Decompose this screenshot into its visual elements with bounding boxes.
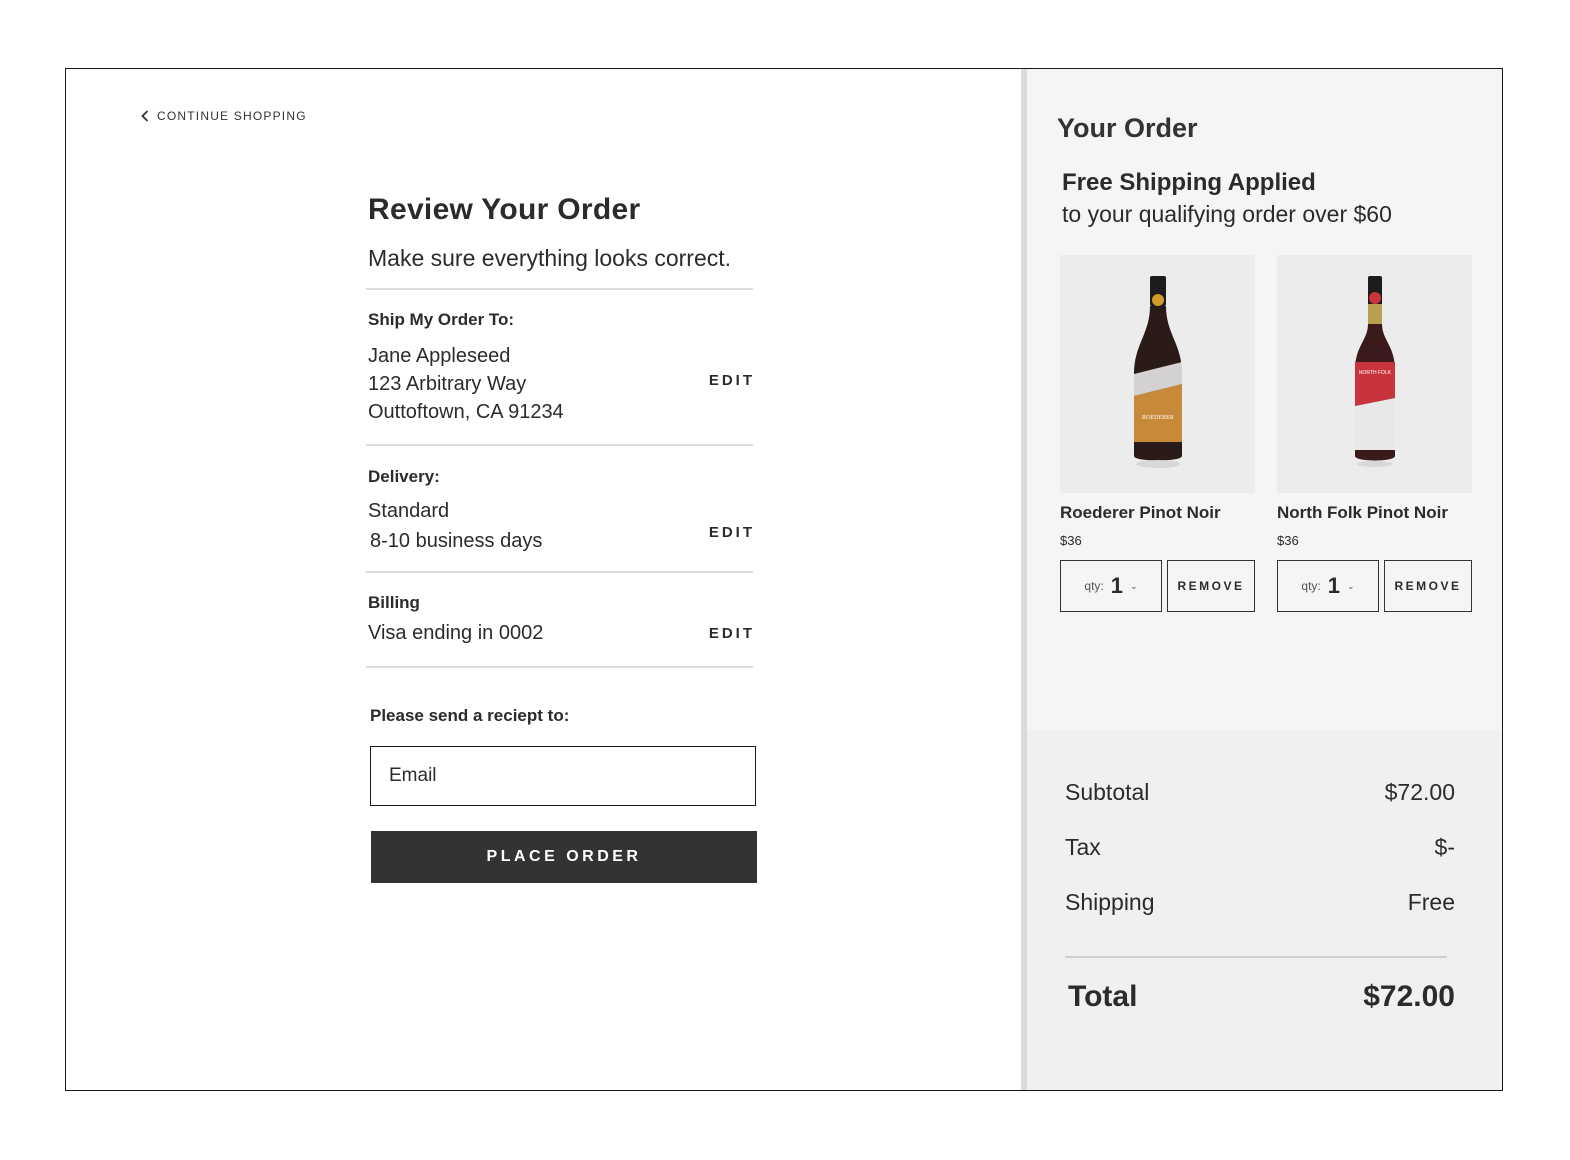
quantity-select[interactable]: qty: 1 ⌄ [1060, 560, 1162, 612]
free-shipping-title: Free Shipping Applied [1062, 169, 1316, 196]
qty-value: 1 [1327, 573, 1341, 598]
qty-label: qty: [1301, 579, 1321, 593]
email-input[interactable] [370, 746, 756, 806]
subtotal-label: Subtotal [1065, 779, 1150, 805]
ship-city: Outtoftown, CA 91234 [368, 401, 564, 423]
wine-bottle-icon: ROEDERER [1133, 276, 1182, 468]
delivery-method: Standard [368, 500, 450, 522]
shipping-label: Shipping [1065, 889, 1155, 915]
order-title: Your Order [1057, 113, 1198, 143]
shipping-value: Free [1407, 889, 1455, 915]
ship-address: Jane Appleseed 123 Arbitrary Way Outtoft… [368, 342, 755, 426]
page-title: Review Your Order [368, 193, 641, 226]
billing-details: Visa ending in 0002 [368, 619, 755, 647]
subtotal-row: Subtotal $72.00 [1065, 779, 1455, 806]
product-name: North Folk Pinot Noir [1277, 503, 1448, 522]
ship-label: Ship My Order To: [368, 310, 515, 329]
qty-value: 1 [1110, 573, 1124, 598]
product-name: Roederer Pinot Noir [1060, 503, 1221, 522]
quantity-select[interactable]: qty: 1 ⌄ [1277, 560, 1379, 612]
divider [366, 666, 753, 668]
remove-button[interactable]: REMOVE [1167, 560, 1255, 612]
ship-section: Ship My Order To: Jane Appleseed 123 Arb… [368, 290, 755, 444]
place-order-button[interactable]: PLACE ORDER [371, 831, 757, 883]
summary-divider [1065, 956, 1447, 958]
product-image: NORTH FOLK [1277, 255, 1472, 493]
tax-label: Tax [1065, 834, 1101, 860]
receipt-label: Please send a reciept to: [370, 706, 570, 725]
continue-shopping-link[interactable]: CONTINUE SHOPPING [141, 109, 307, 123]
checkout-frame: CONTINUE SHOPPING Review Your Order Make… [65, 68, 1503, 1091]
product-card: ROEDERER Roederer Pinot Noir $36 qty: 1 … [1060, 255, 1255, 612]
remove-button[interactable]: REMOVE [1384, 560, 1472, 612]
delivery-section: Delivery: Standard 8-10 business days ED… [368, 446, 755, 571]
order-panel: Your Order Free Shipping Applied to your… [1027, 69, 1502, 1090]
subtotal-value: $72.00 [1384, 779, 1455, 805]
product-controls: qty: 1 ⌄ REMOVE [1060, 560, 1255, 612]
free-shipping-subtitle: to your qualifying order over $60 [1062, 201, 1392, 227]
billing-section: Billing Visa ending in 0002 EDIT [368, 573, 755, 666]
review-section: Review Your Order Make sure everything l… [366, 193, 758, 668]
qty-label: qty: [1084, 579, 1104, 593]
page-subtitle: Make sure everything looks correct. [368, 245, 732, 271]
delivery-time: 8-10 business days [370, 530, 543, 552]
chevron-left-icon [141, 110, 149, 122]
product-controls: qty: 1 ⌄ REMOVE [1277, 560, 1472, 612]
shipping-row: Shipping Free [1065, 889, 1455, 916]
tax-value: $- [1434, 834, 1455, 860]
continue-shopping-label: CONTINUE SHOPPING [157, 109, 307, 123]
edit-billing-button[interactable]: EDIT [709, 625, 755, 642]
bottle-label-text: ROEDERER [1142, 415, 1174, 421]
ship-street: 123 Arbitrary Way [368, 373, 527, 395]
bottle-label-text: NORTH FOLK [1358, 370, 1391, 376]
billing-label: Billing [368, 593, 420, 612]
product-card: NORTH FOLK North Folk Pinot Noir $36 qty… [1277, 255, 1472, 612]
wine-bottle-icon: NORTH FOLK [1354, 276, 1395, 467]
edit-delivery-button[interactable]: EDIT [709, 524, 755, 541]
total-row: Total $72.00 [1065, 980, 1455, 1014]
product-price: $36 [1277, 533, 1299, 548]
chevron-down-icon: ⌄ [1130, 580, 1138, 591]
total-label: Total [1068, 980, 1138, 1013]
tax-row: Tax $- [1065, 834, 1455, 861]
edit-ship-button[interactable]: EDIT [709, 372, 755, 389]
ship-name: Jane Appleseed [368, 345, 511, 367]
delivery-details: Standard 8-10 business days [368, 497, 755, 555]
total-value: $72.00 [1363, 980, 1455, 1013]
delivery-label: Delivery: [368, 467, 440, 486]
chevron-down-icon: ⌄ [1347, 580, 1355, 591]
product-price: $36 [1060, 533, 1082, 548]
product-image: ROEDERER [1060, 255, 1255, 493]
billing-card: Visa ending in 0002 [368, 622, 544, 644]
